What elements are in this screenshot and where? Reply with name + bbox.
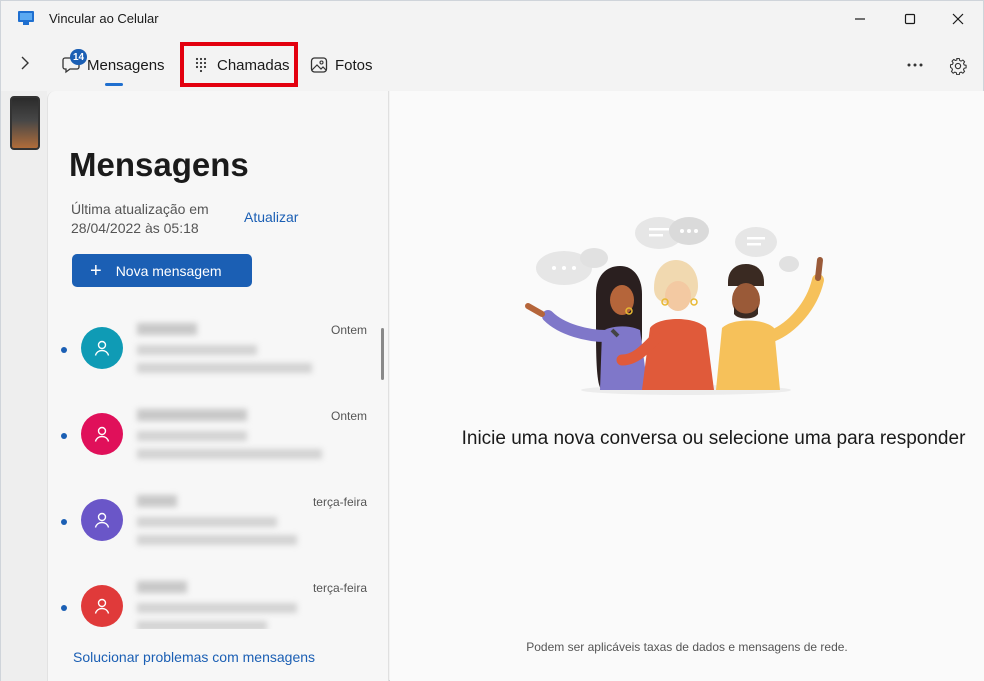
tab-label: Mensagens	[87, 56, 165, 74]
minimize-button[interactable]	[837, 1, 883, 37]
contact-avatar-icon	[81, 585, 123, 627]
gear-icon	[949, 57, 967, 75]
highlight-annotation-box	[180, 42, 298, 87]
new-message-button[interactable]: + Nova mensagem	[72, 254, 252, 287]
conversation-item[interactable]: Ontem	[57, 405, 377, 485]
contact-avatar-icon	[81, 413, 123, 455]
page-title: Mensagens	[69, 146, 249, 183]
expand-sidebar-button[interactable]	[13, 51, 37, 75]
phone-thumbnail[interactable]	[10, 96, 40, 150]
contact-avatar-icon	[81, 499, 123, 541]
unread-dot	[61, 605, 67, 611]
conversation-time: Ontem	[330, 409, 367, 423]
close-button[interactable]	[935, 1, 981, 37]
title-bar: Vincular ao Celular	[1, 1, 984, 37]
contact-avatar-icon	[81, 327, 123, 369]
app-logo-icon	[18, 11, 34, 25]
conversation-time: terça-feira	[312, 495, 367, 509]
more-options-button[interactable]	[899, 53, 931, 77]
conversation-preview-redacted	[137, 405, 327, 471]
conversation-item[interactable]: terça-feira	[57, 491, 377, 571]
conversation-time: Ontem	[330, 323, 367, 337]
tab-label: Fotos	[335, 56, 373, 74]
tab-mensagens[interactable]: 14 Mensagens	[61, 45, 165, 85]
photo-icon	[309, 55, 329, 75]
app-window: Vincular ao Celular 14 Mensagens Chamada…	[0, 0, 984, 681]
unread-dot	[61, 347, 67, 353]
troubleshoot-link[interactable]: Solucionar problemas com mensagens	[73, 649, 315, 665]
empty-state-message: Inicie uma nova conversa ou selecione um…	[461, 428, 966, 449]
unread-dot	[61, 519, 67, 525]
minimize-icon	[855, 18, 865, 20]
new-message-label: Nova mensagem	[115, 262, 222, 279]
list-bottom-edge	[48, 629, 388, 647]
conversation-item[interactable]: Ontem	[57, 319, 377, 399]
close-icon	[952, 13, 964, 25]
settings-button[interactable]	[945, 53, 971, 79]
chat-bubble-icon: 14	[61, 49, 88, 75]
plus-icon: +	[90, 259, 102, 282]
last-update-label: Última atualização em 28/04/2022 às 05:1…	[71, 201, 209, 236]
unread-dot	[61, 433, 67, 439]
conversation-time: terça-feira	[312, 581, 367, 595]
maximize-button[interactable]	[887, 1, 933, 37]
device-rail	[1, 91, 47, 681]
conversation-preview-redacted	[137, 491, 327, 557]
tab-fotos[interactable]: Fotos	[309, 45, 373, 85]
chevron-right-icon	[21, 56, 29, 70]
more-dots-icon	[907, 63, 923, 67]
people-chatting-illustration	[525, 217, 824, 395]
carrier-fees-note: Podem ser aplicáveis taxas de dados e me…	[526, 640, 848, 654]
unread-count-badge: 14	[70, 49, 88, 65]
list-scrollbar[interactable]	[381, 328, 384, 380]
window-title: Vincular ao Celular	[49, 11, 159, 26]
selected-tab-indicator	[105, 83, 123, 86]
conversation-preview-redacted	[137, 319, 327, 385]
maximize-icon	[904, 13, 916, 25]
refresh-link[interactable]: Atualizar	[244, 209, 298, 225]
